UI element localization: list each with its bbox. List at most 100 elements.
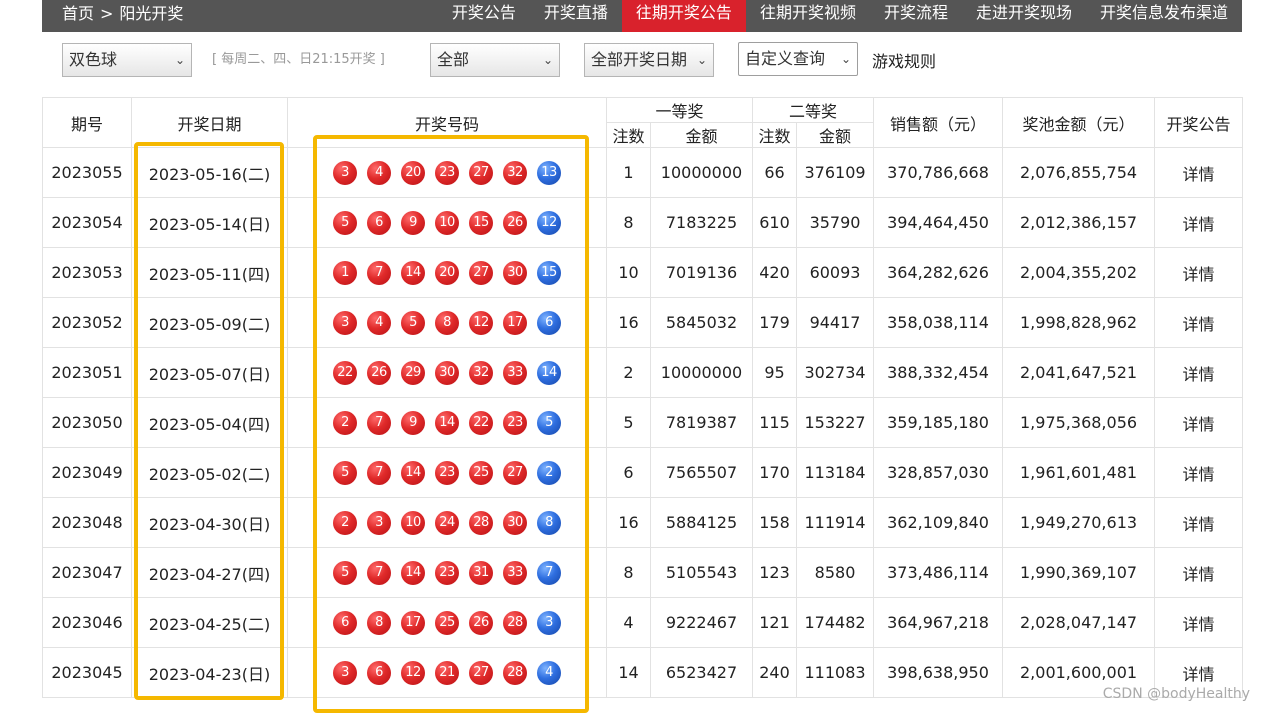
red-ball: 7 — [367, 460, 391, 485]
red-ball: 10 — [435, 210, 459, 235]
detail-link[interactable]: 详情 — [1154, 597, 1244, 648]
game-select[interactable]: 双色球 ⌄ — [62, 43, 192, 77]
first-prize-amount-cell: 9222467 — [649, 597, 754, 648]
table-row: 2023047 2023-04-27(四) 5 7 14 23 31 33 7 8 5105543 1… — [42, 547, 1244, 598]
first-prize-count-cell: 10 — [606, 247, 651, 298]
chevron-down-icon: ⌄ — [542, 53, 553, 67]
red-ball: 8 — [367, 610, 391, 635]
detail-link[interactable]: 详情 — [1154, 397, 1244, 448]
red-ball: 17 — [503, 310, 527, 335]
table-row: 2023055 2023-05-16(二) 3 4 20 23 27 32 13 1 1000000… — [42, 147, 1244, 198]
red-ball: 25 — [435, 610, 459, 635]
red-ball: 14 — [435, 410, 459, 435]
issue-cell: 2023053 — [42, 247, 132, 298]
scope-select-value: 全部 — [437, 50, 470, 69]
second-prize-amount-cell: 113184 — [796, 447, 875, 498]
blue-ball: 8 — [537, 510, 561, 535]
table-row: 2023054 2023-05-14(日) 5 6 9 10 15 26 12 8 7183225 6… — [42, 197, 1244, 248]
red-ball: 8 — [435, 310, 459, 335]
table-row: 2023051 2023-05-07(日) 22 26 29 30 32 33 14 2 10000… — [42, 347, 1244, 398]
red-ball: 2 — [333, 510, 357, 535]
second-prize-amount-cell: 94417 — [796, 297, 875, 348]
header-second-prize: 二等奖 — [752, 97, 875, 123]
red-ball: 27 — [469, 260, 493, 285]
red-ball: 14 — [401, 460, 425, 485]
red-ball: 3 — [367, 510, 391, 535]
first-prize-count-cell: 4 — [606, 597, 651, 648]
issue-cell: 2023047 — [42, 547, 132, 598]
red-ball: 14 — [401, 260, 425, 285]
blue-ball: 14 — [537, 360, 561, 385]
detail-link[interactable]: 详情 — [1154, 297, 1244, 348]
red-ball: 23 — [435, 560, 459, 585]
blue-ball: 4 — [537, 660, 561, 685]
game-rules-link[interactable]: 游戏规则 — [872, 48, 936, 72]
date-cell: 2023-05-16(二) — [131, 147, 288, 198]
red-ball: 20 — [401, 160, 425, 185]
red-ball: 27 — [469, 660, 493, 685]
table-row: 2023048 2023-04-30(日) 2 3 10 24 28 30 8 16 5884125… — [42, 497, 1244, 548]
red-ball: 23 — [435, 160, 459, 185]
red-ball: 7 — [367, 410, 391, 435]
issue-cell: 2023045 — [42, 647, 132, 698]
header-notice: 开奖公告 — [1154, 97, 1244, 148]
red-ball: 30 — [503, 510, 527, 535]
pool-cell: 1,975,368,056 — [1002, 397, 1156, 448]
scope-select[interactable]: 全部 ⌄ — [430, 43, 560, 77]
second-prize-count-cell: 123 — [752, 547, 798, 598]
pool-cell: 2,004,355,202 — [1002, 247, 1156, 298]
red-ball: 22 — [469, 410, 493, 435]
red-ball: 10 — [401, 510, 425, 535]
pool-cell: 1,949,270,613 — [1002, 497, 1156, 548]
second-prize-amount-cell: 174482 — [796, 597, 875, 648]
detail-link[interactable]: 详情 — [1154, 447, 1244, 498]
date-select[interactable]: 全部开奖日期 ⌄ — [584, 43, 714, 77]
results-table-body: 2023055 2023-05-16(二) 3 4 20 23 27 32 13 1 1000000… — [42, 147, 1244, 698]
sales-cell: 359,185,180 — [873, 397, 1004, 448]
first-prize-amount-cell: 7565507 — [649, 447, 754, 498]
second-prize-amount-cell: 153227 — [796, 397, 875, 448]
red-ball: 7 — [367, 260, 391, 285]
red-ball: 33 — [503, 360, 527, 385]
filter-bar: 双色球 ⌄ [ 每周二、四、日21:15开奖 ] 全部 ⌄ 全部开奖日期 ⌄ 自… — [0, 0, 1266, 90]
red-ball: 1 — [333, 260, 357, 285]
red-ball: 15 — [469, 210, 493, 235]
detail-link[interactable]: 详情 — [1154, 497, 1244, 548]
first-prize-count-cell: 8 — [606, 197, 651, 248]
detail-link[interactable]: 详情 — [1154, 147, 1244, 198]
second-prize-count-cell: 121 — [752, 597, 798, 648]
detail-link[interactable]: 详情 — [1154, 197, 1244, 248]
blue-ball: 7 — [537, 560, 561, 585]
blue-ball: 13 — [537, 160, 561, 185]
first-prize-count-cell: 8 — [606, 547, 651, 598]
red-ball: 33 — [503, 560, 527, 585]
sales-cell: 398,638,950 — [873, 647, 1004, 698]
first-prize-count-cell: 2 — [606, 347, 651, 398]
date-cell: 2023-05-11(四) — [131, 247, 288, 298]
ball-group: 2 3 10 24 28 30 8 — [289, 510, 606, 535]
numbers-cell: 5 7 14 23 25 27 2 — [287, 447, 607, 498]
red-ball: 3 — [333, 160, 357, 185]
second-prize-count-cell: 170 — [752, 447, 798, 498]
issue-cell: 2023050 — [42, 397, 132, 448]
red-ball: 21 — [435, 660, 459, 685]
custom-query-select[interactable]: 自定义查询 ⌄ — [738, 42, 858, 76]
second-prize-amount-cell: 111083 — [796, 647, 875, 698]
red-ball: 4 — [367, 310, 391, 335]
detail-link[interactable]: 详情 — [1154, 347, 1244, 398]
pool-cell: 1,998,828,962 — [1002, 297, 1156, 348]
second-prize-amount-cell: 302734 — [796, 347, 875, 398]
red-ball: 17 — [401, 610, 425, 635]
red-ball: 12 — [469, 310, 493, 335]
sales-cell: 362,109,840 — [873, 497, 1004, 548]
sales-cell: 328,857,030 — [873, 447, 1004, 498]
date-cell: 2023-04-27(四) — [131, 547, 288, 598]
header-first-count: 注数 — [606, 122, 651, 148]
detail-link[interactable]: 详情 — [1154, 547, 1244, 598]
first-prize-amount-cell: 5845032 — [649, 297, 754, 348]
detail-link[interactable]: 详情 — [1154, 247, 1244, 298]
numbers-cell: 3 4 5 8 12 17 6 — [287, 297, 607, 348]
numbers-cell: 5 6 9 10 15 26 12 — [287, 197, 607, 248]
ball-group: 2 7 9 14 22 23 5 — [289, 410, 606, 435]
header-first-amount: 金额 — [649, 122, 754, 148]
